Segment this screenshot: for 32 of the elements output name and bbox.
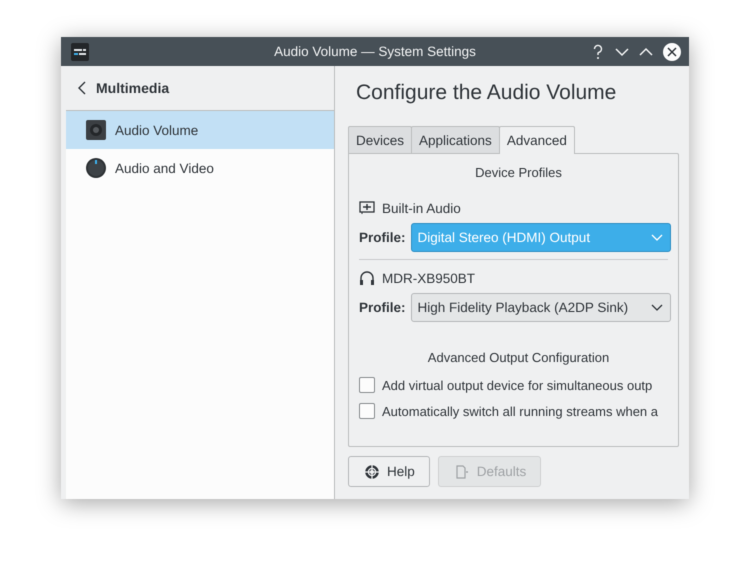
help-icon[interactable]: [591, 44, 605, 60]
checkbox[interactable]: [359, 377, 375, 393]
document-icon: [454, 464, 469, 478]
profile-label: Profile:: [359, 230, 406, 245]
lifebuoy-icon: [365, 464, 379, 478]
caret-icon: [650, 304, 663, 312]
sound-card-icon: [359, 201, 375, 215]
device-name: Built-in Audio: [382, 200, 461, 216]
caret-icon: [650, 234, 663, 242]
sidebar-item[interactable]: Audio Volume: [66, 111, 334, 149]
tab[interactable]: Applications: [411, 126, 500, 153]
section-heading: Advanced Output Configuration: [426, 350, 610, 365]
tab[interactable]: Advanced: [498, 126, 575, 154]
profile-label: Profile:: [359, 300, 406, 315]
close-icon[interactable]: [663, 42, 681, 60]
checkbox-label: Add virtual output device for simultaneous outp: [382, 378, 652, 392]
back-label: Multimedia: [96, 80, 170, 96]
profile-dropdown[interactable]: High Fidelity Playback (A2DP Sink): [410, 293, 671, 322]
help-button[interactable]: Help: [348, 456, 430, 487]
headphones-icon: [359, 270, 375, 286]
sidebar-item[interactable]: Audio and Video: [66, 149, 334, 187]
checkbox[interactable]: [359, 403, 375, 419]
settings-app-icon: [71, 42, 89, 60]
tab[interactable]: Devices: [348, 126, 412, 153]
device-name: MDR-XB950BT: [382, 270, 476, 286]
window-title: Audio Volume — System Settings: [274, 44, 476, 59]
checkbox-label: Automatically switch all running streams when a: [382, 404, 658, 418]
knob-icon: [86, 158, 106, 178]
page-title: Configure the Audio Volume: [356, 81, 618, 106]
speaker-icon: [86, 120, 106, 140]
section-heading: Device Profiles: [474, 165, 563, 180]
back-button[interactable]: Multimedia: [78, 80, 170, 96]
